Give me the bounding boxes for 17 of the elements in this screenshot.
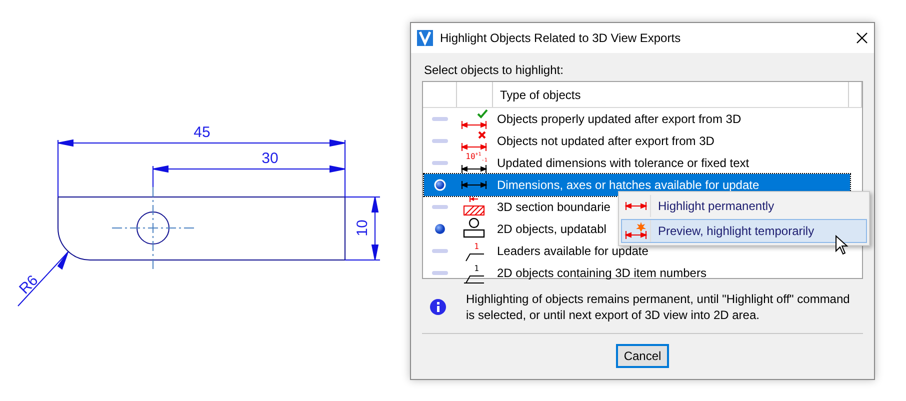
row-label: Objects not updated after export from 3D	[496, 134, 714, 148]
row-label: Dimensions, axes or hatches available for update	[496, 178, 760, 192]
info-message: Highlighting of objects remains permanent, until "Highlight off" command is selected, or until next export of 3D view into 2D area.	[466, 291, 851, 323]
item-number: 1	[474, 264, 479, 273]
window-title: Highlight Objects Related to 3D View Exports	[440, 31, 682, 45]
prompt-label: Select objects to highlight:	[424, 63, 564, 77]
leader-number: 1	[474, 242, 479, 251]
dimension-label: 45	[194, 124, 210, 141]
row-label: 2D objects containing 3D item numbers	[496, 266, 706, 280]
row-label: 2D objects, updatabl	[496, 222, 606, 236]
row-label: 3D section boundarie	[496, 200, 610, 214]
dimension-label: 10	[354, 220, 371, 236]
dimension-label: R6	[16, 272, 42, 298]
row-label: Leaders available for update	[496, 244, 648, 258]
row-label: Updated dimensions with tolerance or fixed text	[496, 156, 750, 170]
dimension-label: 30	[262, 150, 278, 167]
row-label: Objects properly updated after export from 3D	[496, 112, 742, 126]
